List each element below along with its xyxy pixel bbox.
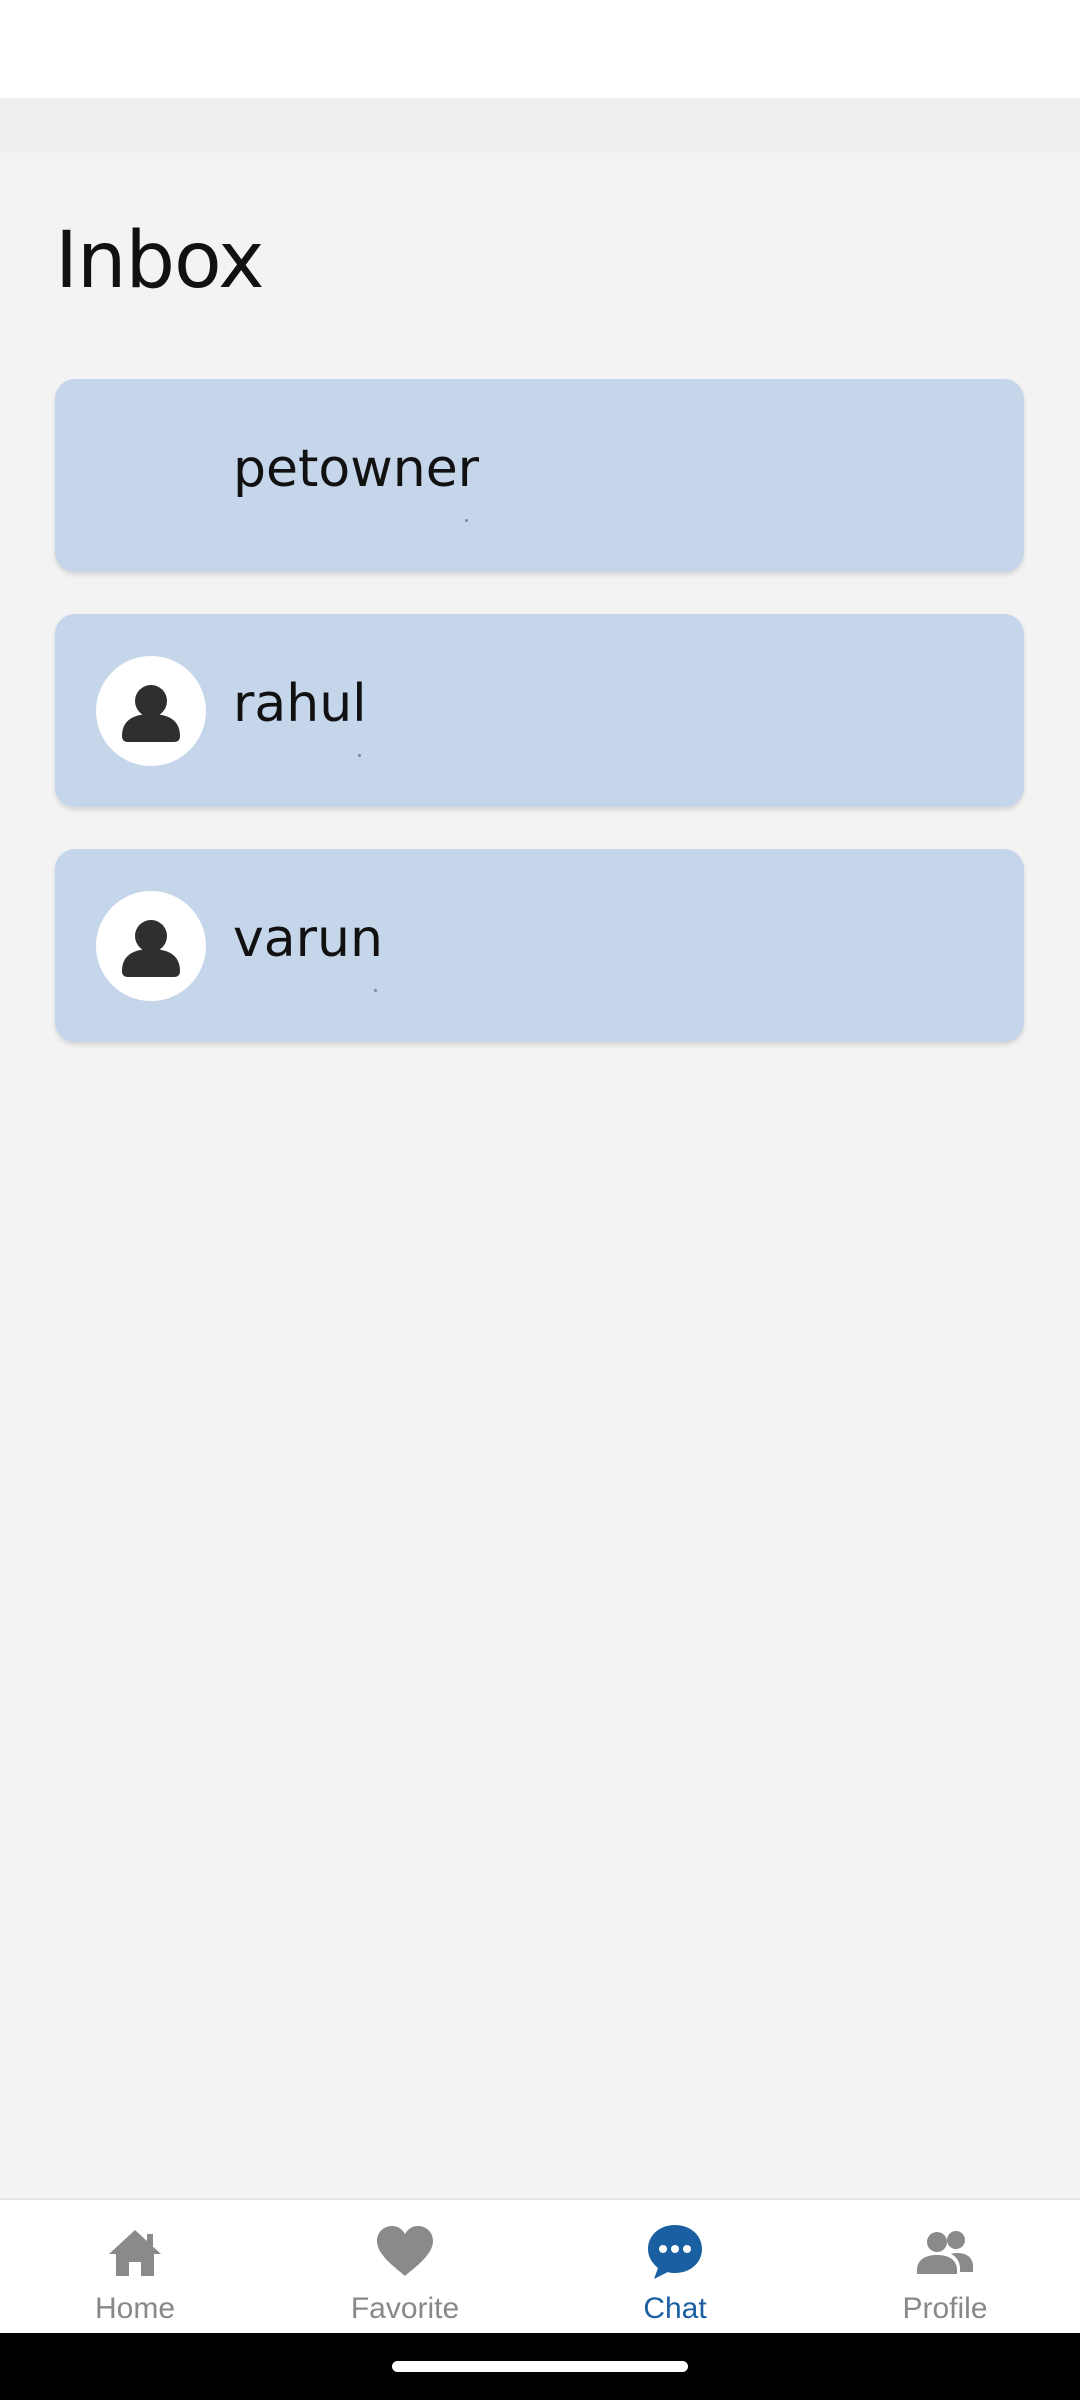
nav-profile-label: Profile — [902, 2292, 988, 2325]
person-icon — [122, 685, 180, 742]
chat-list-item[interactable]: rahul — [55, 614, 1024, 807]
app-bar — [0, 98, 1080, 152]
avatar — [96, 421, 206, 531]
nav-home-label: Home — [94, 2292, 176, 2325]
nav-favorite-label: Favorite — [350, 2292, 460, 2325]
last-message-preview — [465, 519, 468, 522]
nav-favorite[interactable]: Favorite — [270, 2200, 540, 2335]
chat-list-item[interactable]: varun — [55, 849, 1024, 1042]
avatar — [96, 656, 206, 766]
chat-contact-name: petowner — [233, 439, 480, 499]
chat-contact-name: varun — [233, 909, 383, 969]
chat-list: petowner rahul varun — [55, 379, 1024, 1084]
home-indicator[interactable] — [392, 2361, 688, 2372]
chat-list-item[interactable]: petowner — [55, 379, 1024, 572]
nav-profile[interactable]: Profile — [810, 2200, 1080, 2335]
chat-bubble-icon — [645, 2222, 705, 2282]
person-icon — [122, 920, 180, 977]
page-title: Inbox — [55, 216, 264, 306]
system-navigation-bar — [0, 2333, 1080, 2400]
chat-contact-name: rahul — [233, 674, 367, 734]
people-icon — [915, 2222, 975, 2282]
nav-chat-label: Chat — [643, 2292, 707, 2325]
nav-home[interactable]: Home — [0, 2200, 270, 2335]
bottom-navigation: Home Favorite Chat Profile — [0, 2198, 1080, 2333]
status-bar — [0, 0, 1080, 98]
heart-icon — [375, 2222, 435, 2282]
home-icon — [105, 2222, 165, 2282]
nav-chat[interactable]: Chat — [540, 2200, 810, 2335]
last-message-preview — [374, 989, 377, 992]
inbox-screen: Inbox petowner rahul varun — [0, 152, 1080, 2198]
avatar — [96, 891, 206, 1001]
last-message-preview — [358, 754, 361, 757]
